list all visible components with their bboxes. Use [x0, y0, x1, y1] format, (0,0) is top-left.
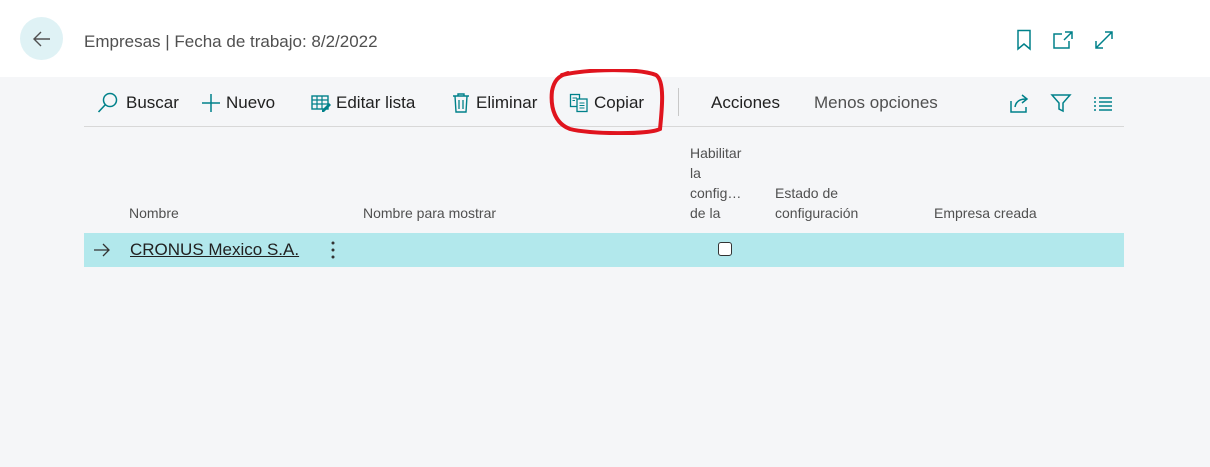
less-options-label: Menos opciones: [814, 92, 938, 112]
column-header-name[interactable]: Nombre: [129, 203, 179, 223]
column-header-line: configuración: [775, 205, 859, 221]
search-icon: [97, 92, 118, 113]
filter-icon: [1050, 94, 1072, 113]
toolbar-separator: [678, 88, 679, 116]
share-button[interactable]: [1008, 91, 1032, 115]
column-header-enable-setup[interactable]: Habilitar la config… de la: [690, 143, 741, 223]
column-header-line: la: [690, 165, 701, 181]
company-name-link[interactable]: CRONUS Mexico S.A.: [130, 240, 299, 260]
new-button[interactable]: Nuevo: [201, 79, 275, 126]
column-header-line: Habilitar: [690, 145, 742, 161]
delete-button[interactable]: Eliminar: [452, 79, 537, 126]
edit-list-label: Editar lista: [336, 92, 416, 112]
open-new-window-icon: [1053, 31, 1073, 49]
list-view-button[interactable]: [1091, 91, 1115, 115]
enable-setup-checkbox[interactable]: [718, 242, 732, 256]
plus-icon: [202, 93, 220, 112]
expand-button[interactable]: [1093, 29, 1115, 51]
actions-menu-button[interactable]: Acciones: [711, 79, 780, 126]
column-header-line: de la: [690, 205, 721, 221]
bookmark-icon: [1017, 29, 1031, 51]
edit-list-icon: [311, 94, 331, 112]
share-icon: [1010, 94, 1029, 113]
search-label: Buscar: [126, 92, 179, 112]
less-options-button[interactable]: Menos opciones: [814, 79, 938, 126]
column-header-line: Estado de: [775, 185, 839, 201]
column-header-setup-status[interactable]: Estado de configuración: [775, 183, 858, 223]
copy-label: Copiar: [594, 92, 645, 112]
delete-label: Eliminar: [476, 92, 538, 112]
new-label: Nuevo: [226, 92, 276, 112]
row-selected-arrow-icon: [94, 243, 110, 257]
action-bar: Buscar Nuevo Editar lista Eliminar Copia…: [84, 79, 1124, 127]
column-header-display-name[interactable]: Nombre para mostrar: [363, 203, 496, 223]
back-arrow-icon: [32, 31, 50, 46]
table-row[interactable]: CRONUS Mexico S.A.: [84, 233, 1124, 267]
edit-list-button[interactable]: Editar lista: [311, 79, 415, 126]
bookmark-button[interactable]: [1013, 29, 1035, 51]
row-actions-menu-button[interactable]: [326, 238, 340, 262]
column-header-line: config…: [690, 185, 742, 201]
open-new-window-button[interactable]: [1052, 29, 1074, 51]
column-header-company-created[interactable]: Empresa creada: [934, 203, 1037, 223]
copy-button[interactable]: Copiar: [569, 79, 644, 126]
copy-icon: [569, 93, 588, 112]
more-vertical-icon: [331, 241, 335, 259]
trash-icon: [453, 92, 469, 113]
list-view-icon: [1094, 97, 1112, 111]
back-button[interactable]: [20, 17, 63, 60]
filter-button[interactable]: [1049, 91, 1073, 115]
search-button[interactable]: Buscar: [96, 79, 179, 126]
actions-label: Acciones: [711, 92, 780, 112]
expand-icon: [1095, 31, 1113, 49]
page-title: Empresas | Fecha de trabajo: 8/2/2022: [84, 32, 378, 51]
page-header: Empresas | Fecha de trabajo: 8/2/2022: [0, 0, 1210, 77]
